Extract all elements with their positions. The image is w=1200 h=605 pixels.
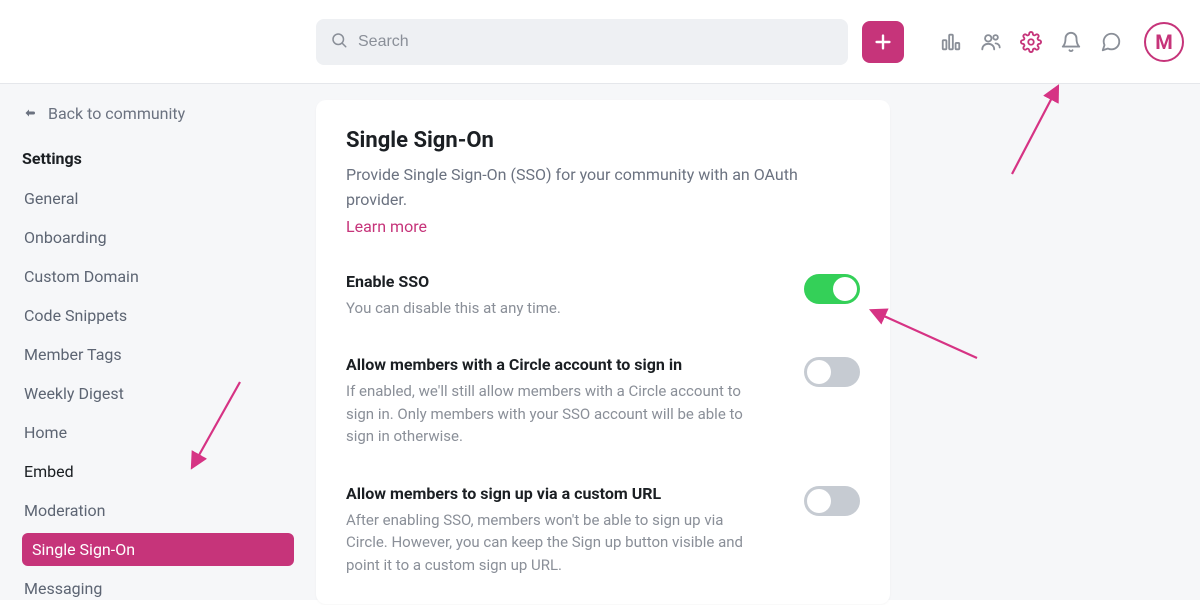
sidebar-item-messaging[interactable]: Messaging xyxy=(22,572,294,605)
page-body: Back to community Settings General Onboa… xyxy=(0,84,1200,600)
members-icon[interactable] xyxy=(980,31,1002,53)
setting-allow-circle-signin: Allow members with a Circle account to s… xyxy=(346,355,860,448)
toggle-allow-circle-signin[interactable] xyxy=(804,357,860,387)
sidebar-item-weekly-digest[interactable]: Weekly Digest xyxy=(22,377,294,410)
setting-text: Allow members with a Circle account to s… xyxy=(346,355,780,448)
sidebar-section-title: Settings xyxy=(22,149,294,168)
sidebar-nav: General Onboarding Custom Domain Code Sn… xyxy=(22,182,294,605)
sidebar-item-embed[interactable]: Embed xyxy=(22,455,294,488)
add-button[interactable] xyxy=(862,21,904,63)
back-arrow-icon xyxy=(22,104,38,123)
setting-desc: If enabled, we'll still allow members wi… xyxy=(346,380,766,448)
learn-more-link[interactable]: Learn more xyxy=(346,217,427,236)
setting-enable-sso: Enable SSO You can disable this at any t… xyxy=(346,272,860,320)
sidebar-item-general[interactable]: General xyxy=(22,182,294,215)
setting-desc: After enabling SSO, members won't be abl… xyxy=(346,509,766,577)
page-subtitle: Provide Single Sign-On (SSO) for your co… xyxy=(346,163,816,213)
messages-icon[interactable] xyxy=(1100,31,1122,53)
back-label: Back to community xyxy=(48,104,185,123)
analytics-icon[interactable] xyxy=(940,31,962,53)
content-area: Single Sign-On Provide Single Sign-On (S… xyxy=(316,84,1200,600)
topbar: M xyxy=(0,0,1200,84)
setting-custom-signup-url: Allow members to sign up via a custom UR… xyxy=(346,484,860,577)
setting-desc: You can disable this at any time. xyxy=(346,297,766,320)
page-title: Single Sign-On xyxy=(346,128,860,153)
sidebar: Back to community Settings General Onboa… xyxy=(0,84,316,600)
back-to-community-link[interactable]: Back to community xyxy=(22,104,294,123)
toggle-custom-signup-url[interactable] xyxy=(804,486,860,516)
sidebar-item-home[interactable]: Home xyxy=(22,416,294,449)
avatar[interactable]: M xyxy=(1144,22,1184,62)
setting-label: Allow members with a Circle account to s… xyxy=(346,355,780,374)
setting-label: Enable SSO xyxy=(346,272,780,291)
sidebar-item-member-tags[interactable]: Member Tags xyxy=(22,338,294,371)
sidebar-item-onboarding[interactable]: Onboarding xyxy=(22,221,294,254)
search-icon xyxy=(330,31,348,53)
settings-icon[interactable] xyxy=(1020,31,1042,53)
setting-text: Enable SSO You can disable this at any t… xyxy=(346,272,780,320)
search-input[interactable] xyxy=(358,33,834,51)
setting-label: Allow members to sign up via a custom UR… xyxy=(346,484,780,503)
topbar-inner: M xyxy=(0,19,1194,65)
sidebar-item-custom-domain[interactable]: Custom Domain xyxy=(22,260,294,293)
sidebar-item-single-sign-on[interactable]: Single Sign-On xyxy=(22,533,294,566)
sidebar-item-moderation[interactable]: Moderation xyxy=(22,494,294,527)
sidebar-item-code-snippets[interactable]: Code Snippets xyxy=(22,299,294,332)
top-icons: M xyxy=(940,22,1194,62)
setting-text: Allow members to sign up via a custom UR… xyxy=(346,484,780,577)
settings-card: Single Sign-On Provide Single Sign-On (S… xyxy=(316,100,890,604)
toggle-enable-sso[interactable] xyxy=(804,274,860,304)
bell-icon[interactable] xyxy=(1060,31,1082,53)
search-input-wrapper[interactable] xyxy=(316,19,848,65)
